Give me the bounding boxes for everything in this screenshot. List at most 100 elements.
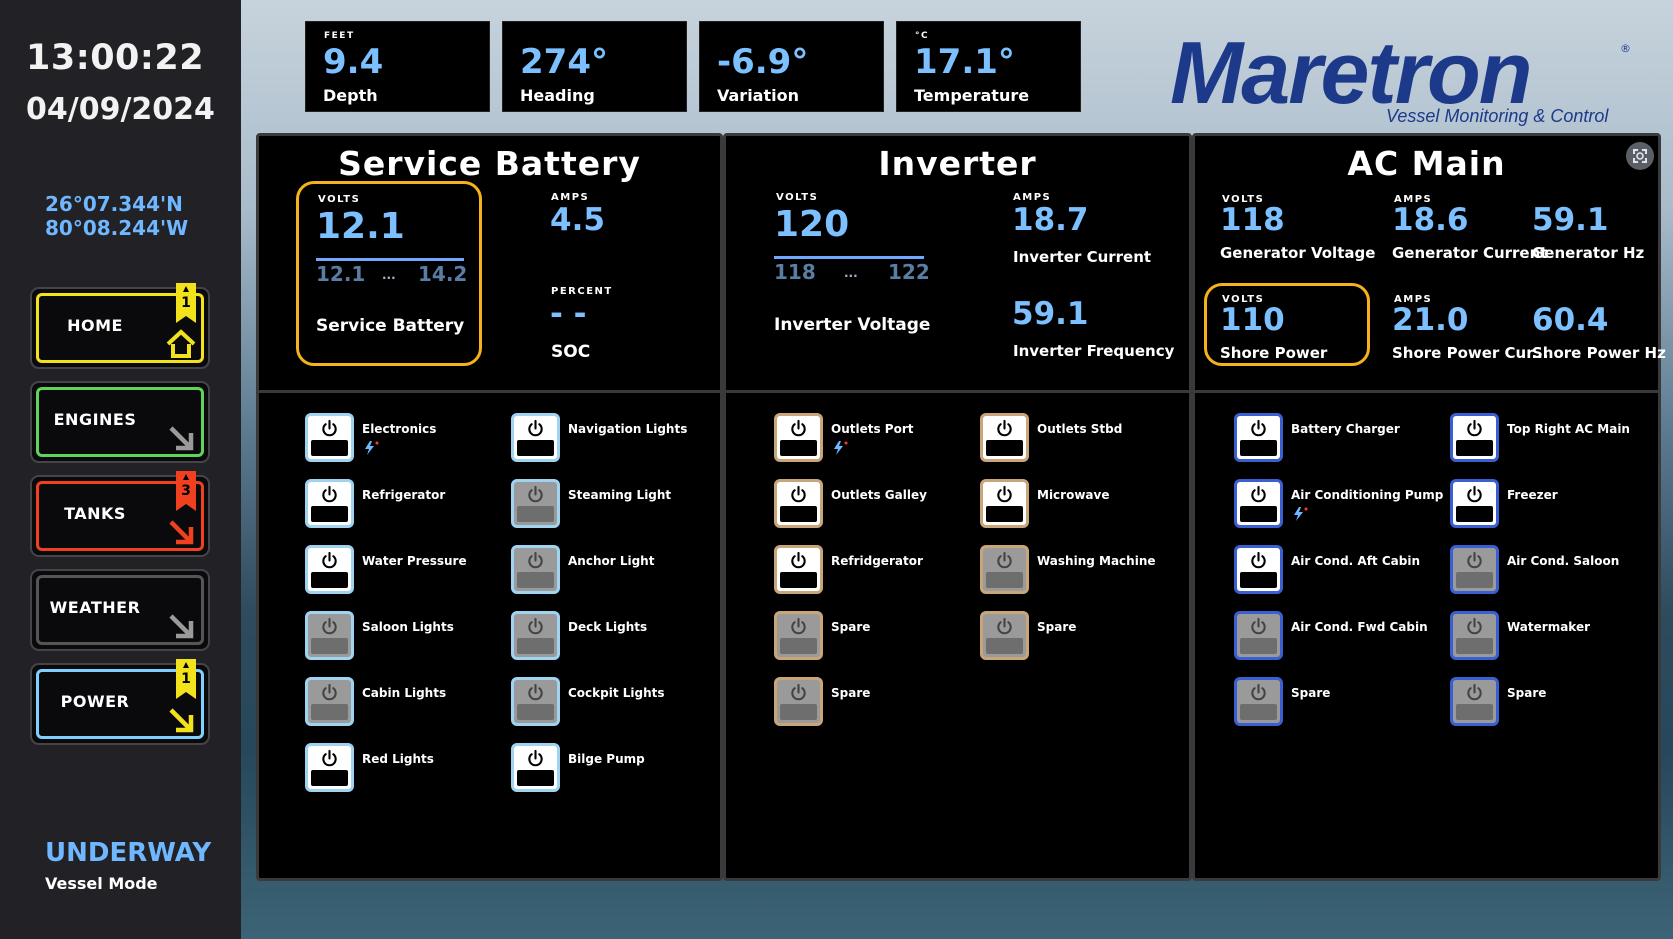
tile-label: Temperature xyxy=(914,86,1030,105)
power-toggle-button[interactable] xyxy=(305,479,354,528)
switch-anchor-light: Anchor Light xyxy=(511,545,711,605)
range-min: 12.1 xyxy=(316,262,366,286)
switch-state-bar xyxy=(1456,572,1493,588)
switch-outlets-port: Outlets Port xyxy=(774,413,974,473)
temperature-tile[interactable]: °C 17.1° Temperature xyxy=(896,21,1081,112)
tile-label: Depth xyxy=(323,86,378,105)
shore-hz: 60.4 xyxy=(1532,302,1609,338)
switch-label: Water Pressure xyxy=(362,554,467,568)
power-icon xyxy=(1467,551,1482,569)
tile-value: 274° xyxy=(520,42,608,82)
range-dots: ... xyxy=(844,266,858,280)
switch-label: Freezer xyxy=(1507,488,1558,502)
power-toggle-button[interactable] xyxy=(1234,545,1283,594)
nav-weather-button[interactable]: WEATHER xyxy=(30,569,210,651)
power-icon xyxy=(1251,419,1266,437)
power-toggle-button[interactable] xyxy=(511,677,560,726)
sidebar: 13:00:22 04/09/2024 26°07.344'N 80°08.24… xyxy=(0,0,241,939)
power-toggle-button[interactable] xyxy=(1450,479,1499,528)
power-icon xyxy=(322,683,337,701)
range-max: 122 xyxy=(888,260,930,284)
shore-volts: 110 xyxy=(1220,302,1285,338)
power-toggle-button[interactable] xyxy=(1234,479,1283,528)
power-toggle-button[interactable] xyxy=(980,545,1029,594)
generator-hz: 59.1 xyxy=(1532,202,1609,238)
panel-divider xyxy=(726,390,1189,393)
nav-label: WEATHER xyxy=(49,598,141,617)
power-toggle-button[interactable] xyxy=(511,479,560,528)
switch-state-bar xyxy=(517,770,554,786)
longitude: 80°08.244'W xyxy=(45,216,189,240)
power-icon xyxy=(791,485,806,503)
power-toggle-button[interactable] xyxy=(774,545,823,594)
nav-power-button[interactable]: POWER 1 xyxy=(30,659,210,745)
switch-label: Cockpit Lights xyxy=(568,686,665,700)
power-toggle-button[interactable] xyxy=(1234,611,1283,660)
switch-outlets-stbd: Outlets Stbd xyxy=(980,413,1180,473)
fullscreen-icon[interactable] xyxy=(1626,142,1654,170)
power-icon xyxy=(791,551,806,569)
variation-tile[interactable]: -6.9° Variation xyxy=(699,21,884,112)
power-toggle-button[interactable] xyxy=(511,545,560,594)
power-toggle-button[interactable] xyxy=(305,677,354,726)
power-icon xyxy=(1467,485,1482,503)
switch-electronics: Electronics xyxy=(305,413,505,473)
switch-state-bar xyxy=(1456,506,1493,522)
power-toggle-button[interactable] xyxy=(305,545,354,594)
power-toggle-button[interactable] xyxy=(774,479,823,528)
switch-spare: Spare xyxy=(980,611,1180,671)
power-toggle-button[interactable] xyxy=(774,413,823,462)
switch-label: Refridgerator xyxy=(831,554,923,568)
badge-count: 3 xyxy=(181,483,191,499)
switch-state-bar xyxy=(1240,506,1277,522)
power-toggle-button[interactable] xyxy=(511,611,560,660)
arrow-down-right-icon xyxy=(169,614,194,639)
power-icon xyxy=(997,551,1012,569)
switch-spare: Spare xyxy=(1234,677,1434,737)
shore-amps-label: Shore Power Cur... xyxy=(1392,344,1549,362)
power-toggle-button[interactable] xyxy=(1450,677,1499,726)
nav-engines-button[interactable]: ENGINES xyxy=(30,381,210,463)
power-toggle-button[interactable] xyxy=(1234,677,1283,726)
switch-watermaker: Watermaker xyxy=(1450,611,1650,671)
power-toggle-button[interactable] xyxy=(1450,611,1499,660)
arrow-down-right-icon xyxy=(169,520,194,545)
depth-tile[interactable]: FEET 9.4 Depth xyxy=(305,21,490,112)
switch-cabin-lights: Cabin Lights xyxy=(305,677,505,737)
switch-state-bar xyxy=(780,704,817,720)
switch-microwave: Microwave xyxy=(980,479,1180,539)
switch-state-bar xyxy=(311,440,348,456)
power-toggle-button[interactable] xyxy=(980,611,1029,660)
switch-state-bar xyxy=(311,638,348,654)
power-toggle-button[interactable] xyxy=(1450,545,1499,594)
power-toggle-button[interactable] xyxy=(305,611,354,660)
switch-label: Spare xyxy=(1507,686,1547,700)
switch-state-bar xyxy=(1240,638,1277,654)
power-toggle-button[interactable] xyxy=(774,611,823,660)
shore-power-card[interactable]: VOLTS 110 Shore Power xyxy=(1204,283,1370,366)
power-toggle-button[interactable] xyxy=(774,677,823,726)
power-toggle-button[interactable] xyxy=(511,413,560,462)
power-toggle-button[interactable] xyxy=(1450,413,1499,462)
power-toggle-button[interactable] xyxy=(980,479,1029,528)
heading-tile[interactable]: 274° Heading xyxy=(502,21,687,112)
generator-volts-label: Generator Voltage xyxy=(1220,244,1376,262)
battery-volts: 12.1 xyxy=(316,206,405,247)
power-toggle-button[interactable] xyxy=(305,743,354,792)
switch-state-bar xyxy=(780,638,817,654)
power-toggle-button[interactable] xyxy=(1234,413,1283,462)
latitude: 26°07.344'N xyxy=(45,192,183,216)
switch-label: Bilge Pump xyxy=(568,752,645,766)
alert-badge: 1 xyxy=(176,283,196,323)
nav-tanks-button[interactable]: TANKS 3 xyxy=(30,471,210,557)
nav-home-button[interactable]: HOME 1 xyxy=(30,283,210,369)
power-toggle-button[interactable] xyxy=(305,413,354,462)
generator-hz-label: Generator Hz xyxy=(1532,244,1645,262)
switch-state-bar xyxy=(1240,704,1277,720)
power-toggle-button[interactable] xyxy=(511,743,560,792)
battery-volts-card[interactable]: VOLTS 12.1 12.1 ... 14.2 Service Battery xyxy=(296,181,482,366)
power-icon xyxy=(791,683,806,701)
switch-freezer: Freezer xyxy=(1450,479,1650,539)
shore-amps: 21.0 xyxy=(1392,302,1469,338)
power-toggle-button[interactable] xyxy=(980,413,1029,462)
